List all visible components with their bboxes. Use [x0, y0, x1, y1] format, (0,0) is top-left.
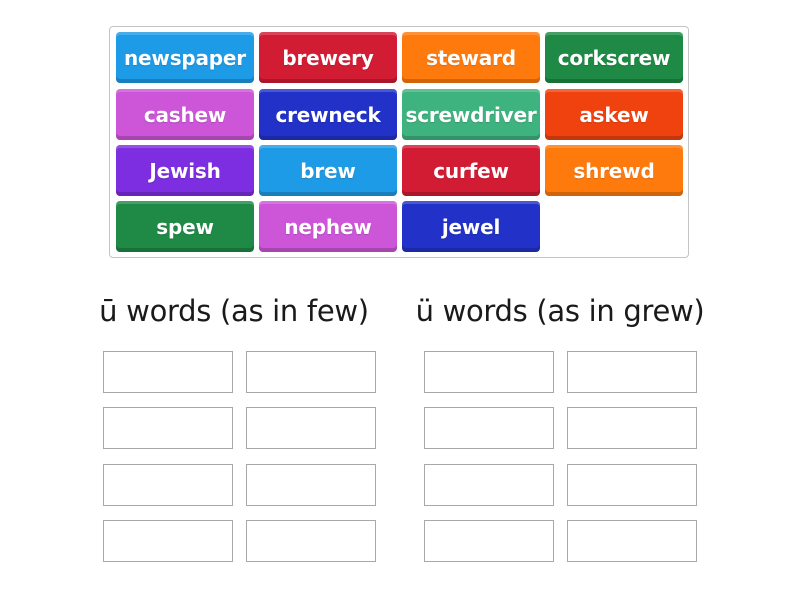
word-tile[interactable]: jewel [402, 201, 540, 252]
word-tile[interactable]: cashew [116, 89, 254, 140]
word-tile[interactable]: crewneck [259, 89, 397, 140]
drop-slot-grew[interactable] [567, 407, 697, 449]
group-title-few: ū words (as in few) [99, 294, 369, 328]
drop-slot-few[interactable] [103, 464, 233, 506]
drop-slot-few[interactable] [246, 407, 376, 449]
drop-slot-few[interactable] [103, 351, 233, 393]
word-tile[interactable]: nephew [259, 201, 397, 252]
word-tile[interactable]: askew [545, 89, 683, 140]
word-tile[interactable]: brewery [259, 32, 397, 83]
word-tile[interactable]: screwdriver [402, 89, 540, 140]
drop-slot-few[interactable] [246, 351, 376, 393]
word-tile[interactable]: steward [402, 32, 540, 83]
drop-slot-few[interactable] [246, 464, 376, 506]
word-tile[interactable]: brew [259, 145, 397, 196]
word-tile[interactable]: Jewish [116, 145, 254, 196]
drop-slot-grew[interactable] [424, 464, 554, 506]
word-tile[interactable]: curfew [402, 145, 540, 196]
group-title-grew: ü words (as in grew) [415, 294, 705, 328]
drop-slot-grew[interactable] [567, 464, 697, 506]
word-tile[interactable]: shrewd [545, 145, 683, 196]
drop-slot-grew[interactable] [424, 520, 554, 562]
drop-slot-grew[interactable] [567, 520, 697, 562]
drop-slot-grew[interactable] [424, 407, 554, 449]
word-tile[interactable]: corkscrew [545, 32, 683, 83]
drop-slot-few[interactable] [246, 520, 376, 562]
drop-slot-few[interactable] [103, 520, 233, 562]
group-sort-activity: newspaper brewery steward corkscrew cashew cr… [0, 0, 800, 600]
word-tile[interactable]: spew [116, 201, 254, 252]
drop-slot-few[interactable] [103, 407, 233, 449]
drop-slot-grew[interactable] [424, 351, 554, 393]
word-tile[interactable]: newspaper [116, 32, 254, 83]
drop-slot-grew[interactable] [567, 351, 697, 393]
